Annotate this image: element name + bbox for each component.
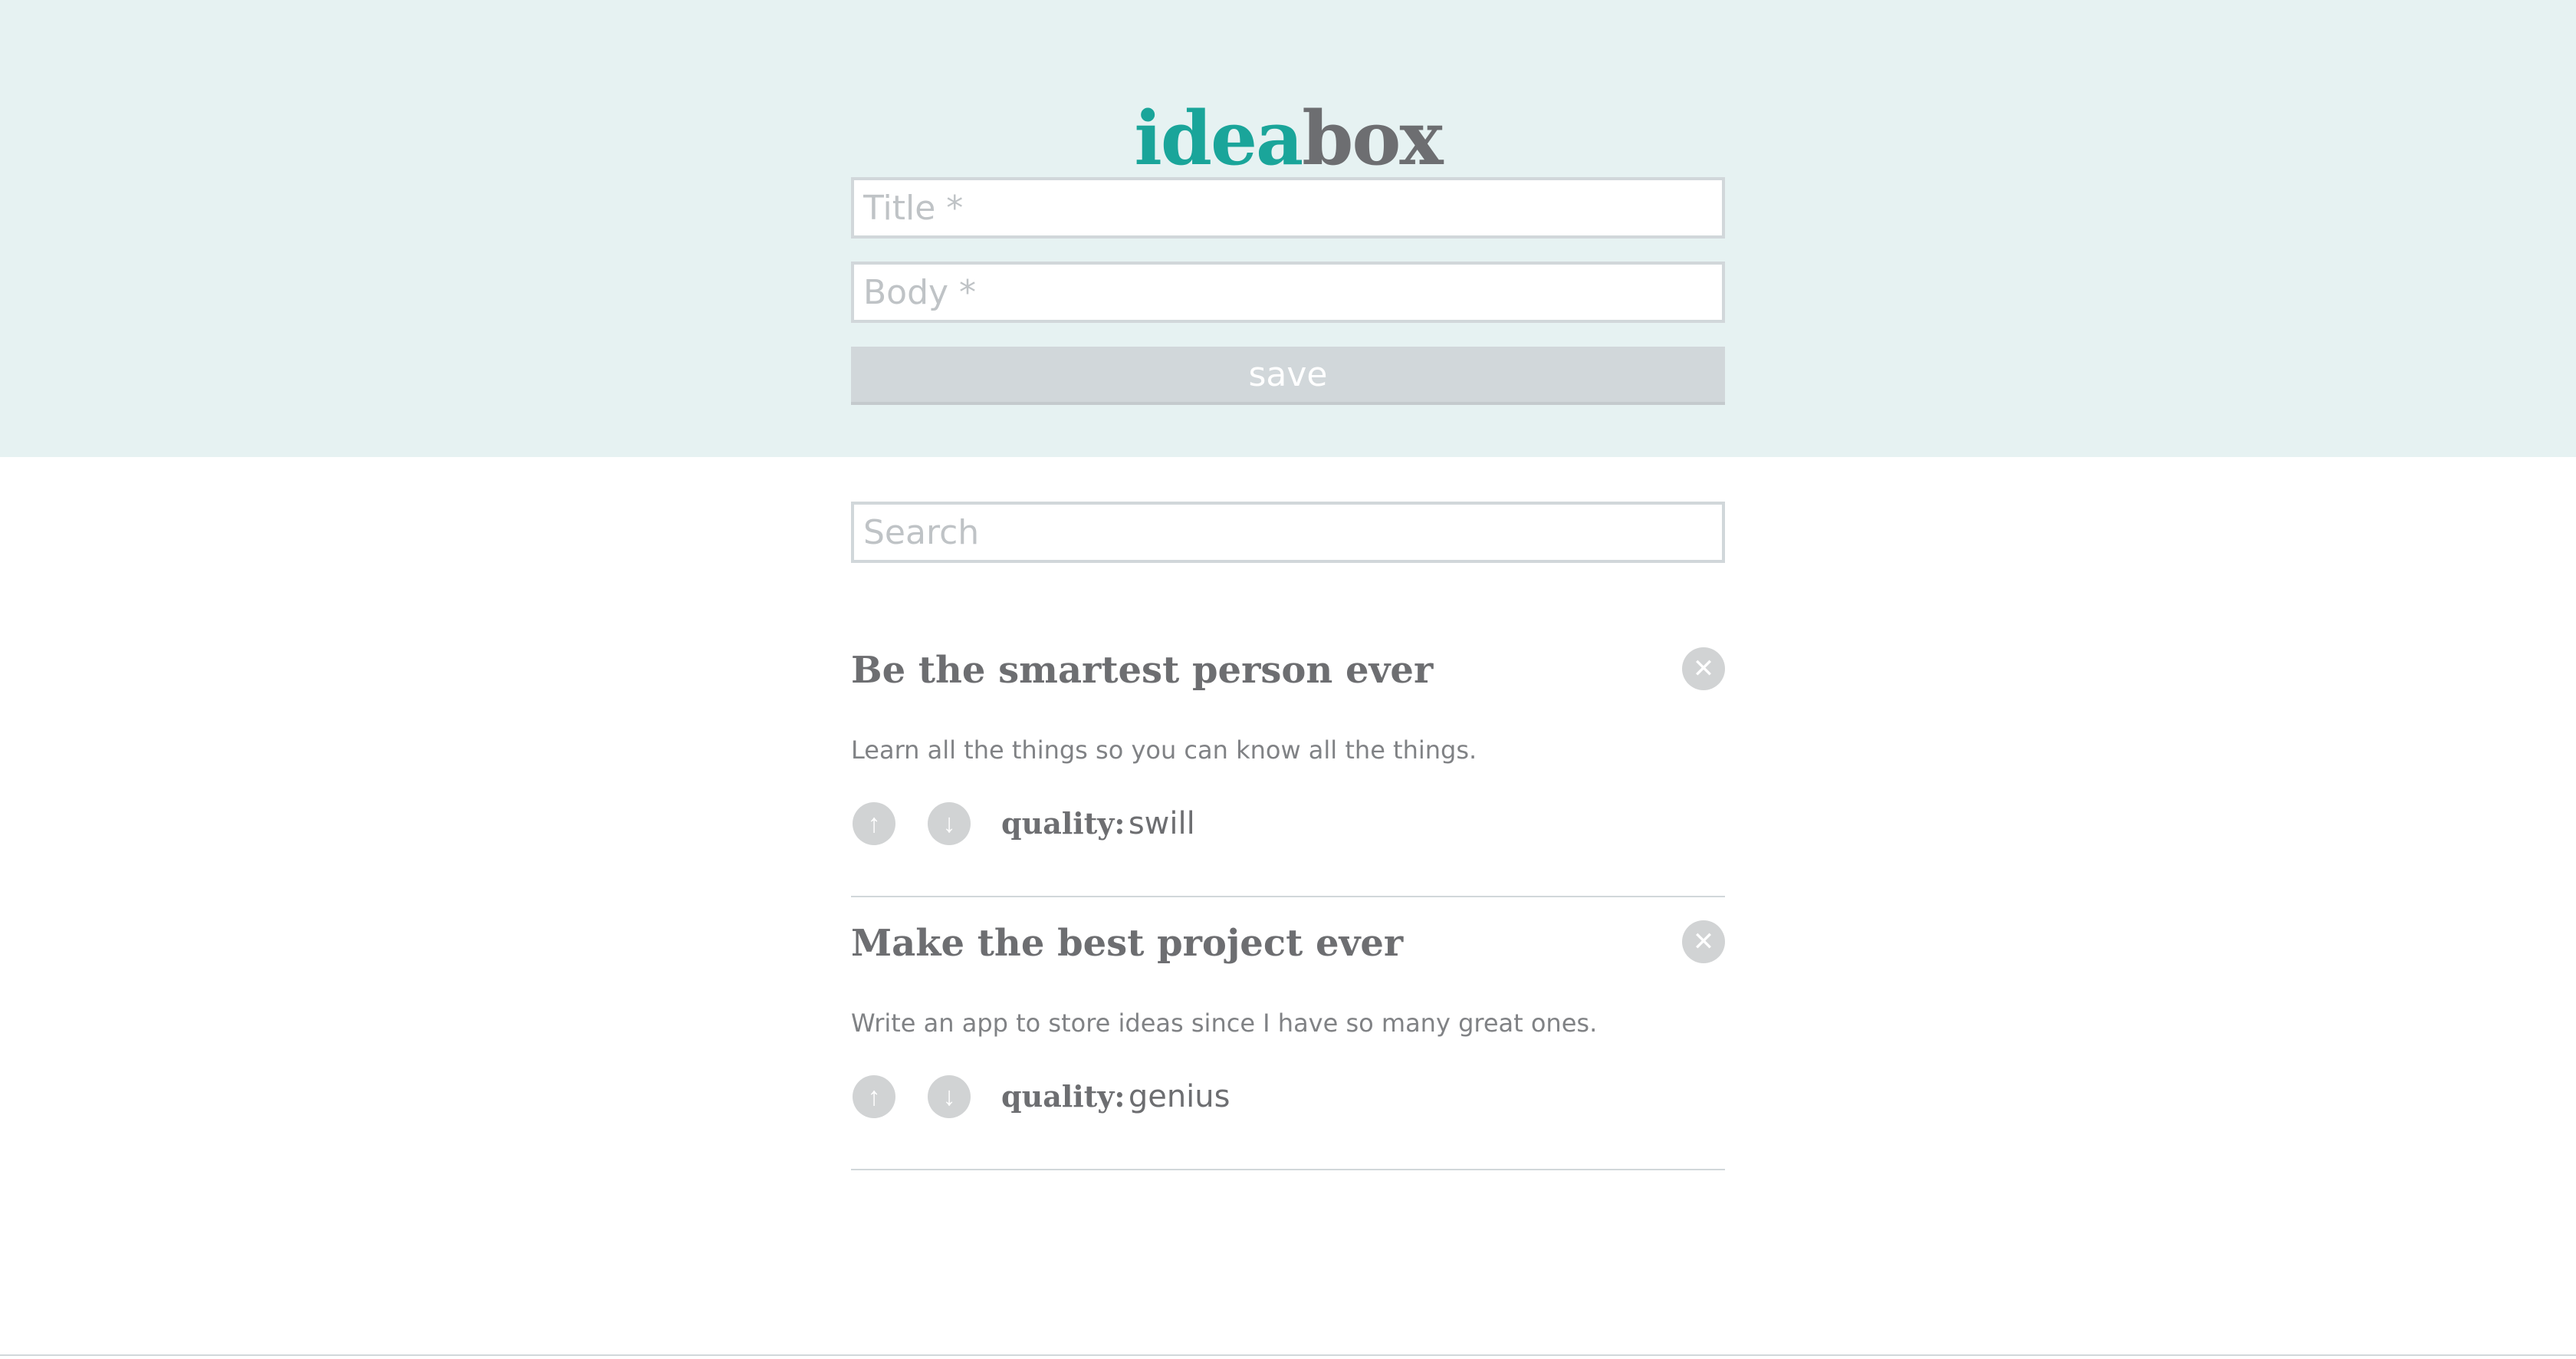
close-icon: ✕ [1692, 654, 1715, 683]
search-input[interactable] [851, 502, 1725, 563]
idea-title[interactable]: Be the smartest person ever [851, 647, 1433, 693]
arrow-up-icon: ↑ [867, 809, 881, 838]
upvote-button[interactable]: ↑ [853, 802, 895, 845]
quality-value: swill [1128, 806, 1195, 841]
arrow-down-icon: ↓ [942, 1082, 956, 1111]
app-logo: ideabox [0, 97, 2576, 181]
idea-card: Make the best project ever ✕ Write an ap… [851, 897, 1725, 1170]
header: ideabox save [0, 0, 2576, 457]
downvote-button[interactable]: ↓ [928, 802, 971, 845]
idea-card: Be the smartest person ever ✕ Learn all … [851, 624, 1725, 897]
footer-divider [0, 1354, 2576, 1356]
idea-body[interactable]: Learn all the things so you can know all… [851, 735, 1477, 765]
logo-idea: idea [1134, 95, 1303, 183]
delete-button[interactable]: ✕ [1682, 647, 1725, 690]
arrow-down-icon: ↓ [942, 809, 956, 838]
quality-value: genius [1128, 1079, 1230, 1114]
downvote-button[interactable]: ↓ [928, 1075, 971, 1118]
quality-indicator: quality: genius [1001, 1077, 1230, 1124]
quality-label: quality: [1001, 806, 1125, 841]
logo-box: box [1302, 95, 1443, 183]
delete-button[interactable]: ✕ [1682, 920, 1725, 963]
quality-label: quality: [1001, 1079, 1125, 1114]
upvote-button[interactable]: ↑ [853, 1075, 895, 1118]
close-icon: ✕ [1692, 927, 1715, 956]
arrow-up-icon: ↑ [867, 1082, 881, 1111]
save-button[interactable]: save [851, 347, 1725, 405]
idea-title[interactable]: Make the best project ever [851, 920, 1403, 966]
quality-indicator: quality: swill [1001, 804, 1195, 851]
idea-body[interactable]: Write an app to store ideas since I have… [851, 1008, 1597, 1038]
title-input[interactable] [851, 177, 1725, 239]
body-input[interactable] [851, 262, 1725, 323]
